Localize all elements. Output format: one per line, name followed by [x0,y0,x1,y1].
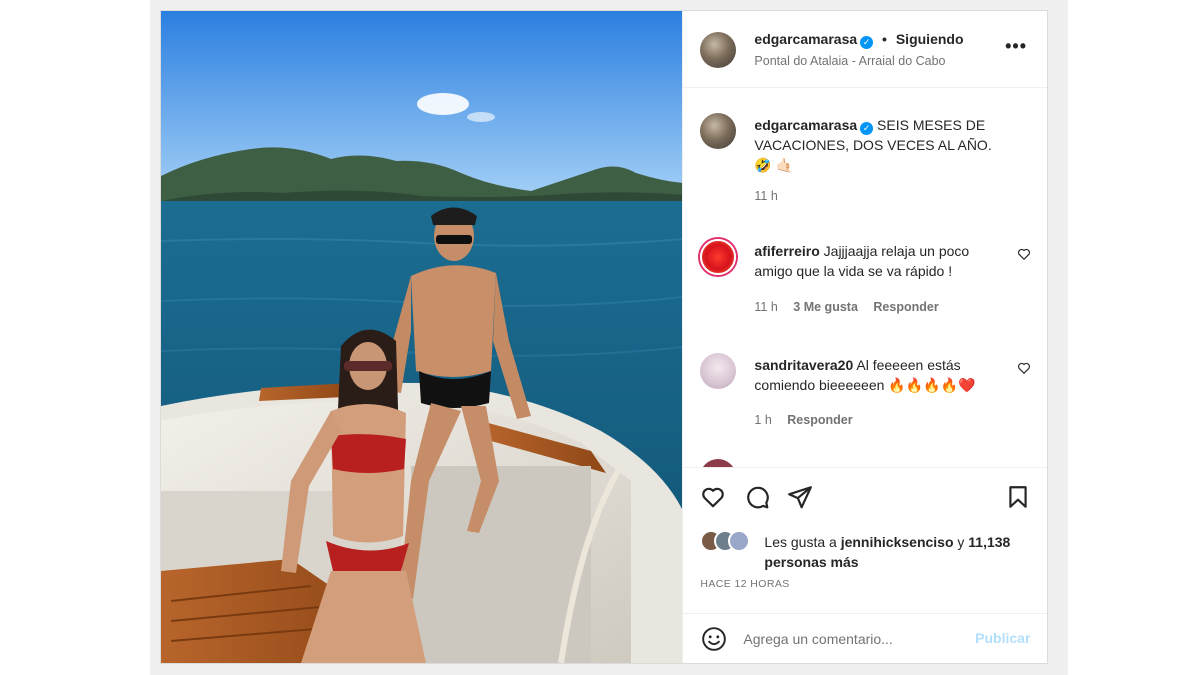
post-photo[interactable] [161,11,683,663]
header-line: edgarcamarasa ✓ • Siguiendo [754,31,964,49]
post-header: edgarcamarasa ✓ • Siguiendo Pontal do Ata… [683,11,1047,88]
post-location[interactable]: Pontal do Atalaia - Arraial do Cabo [754,54,945,68]
header-separator: • [882,31,887,47]
likes-joiner: y [957,534,965,550]
red-bikini-top [331,434,406,473]
emoji-icon[interactable] [701,626,727,652]
following-button[interactable]: Siguiendo [896,31,964,47]
verified-icon: ✓ [860,122,874,135]
photo-illustration [161,11,683,663]
author-username[interactable]: edgarcamarasa [754,31,857,47]
comment-like-icon[interactable] [1017,361,1031,375]
comment-text: afiferreiro Jajjjaajja relaja un poco am… [754,241,1004,281]
author-avatar[interactable] [700,32,737,68]
comment-meta: 1 h Responder [754,413,864,427]
likes-text: Les gusta a jennihicksenciso y 11,138 pe… [764,532,1034,572]
caption-text: edgarcamarasa ✓ SEIS MESES DE VACACIONES,… [754,115,1004,175]
likes-summary: Les gusta a jennihicksenciso y 11,138 pe… [700,530,1040,570]
caption-avatar[interactable] [700,113,737,149]
commenter-avatar[interactable] [700,353,737,389]
caption-time[interactable]: 11 h [754,189,777,203]
comment-author[interactable]: afiferreiro [754,243,819,259]
reply-button[interactable]: Responder [873,300,938,314]
comment-input[interactable] [743,627,964,651]
commenter-avatar[interactable] [700,239,737,275]
caption-author[interactable]: edgarcamarasa [754,117,857,133]
post-time[interactable]: HACE 12 HORAS [700,578,789,590]
comment-icon[interactable] [744,484,770,510]
comment-time[interactable]: 1 h [754,413,771,427]
comment-meta: 11 h 3 Me gusta Responder [754,300,950,314]
post-actions: Les gusta a jennihicksenciso y 11,138 pe… [683,467,1048,613]
comment-time[interactable]: 11 h [754,300,777,314]
more-icon[interactable]: ••• [1005,37,1027,55]
heart-icon[interactable] [700,484,726,510]
caption-meta: 11 h [754,189,789,203]
publish-button[interactable]: Publicar [975,630,1030,646]
add-comment-bar: Publicar [683,613,1048,663]
comment-likes[interactable]: 3 Me gusta [793,300,858,314]
likes-prefix: Les gusta a [764,534,837,550]
post-side-panel: edgarcamarasa ✓ • Siguiendo Pontal do Ata… [682,11,1048,663]
bookmark-icon[interactable] [1005,484,1031,510]
cloud [417,93,469,115]
instagram-post: edgarcamarasa ✓ • Siguiendo Pontal do Ata… [160,10,1048,664]
reply-button[interactable]: Responder [787,413,852,427]
share-icon[interactable] [787,484,813,510]
comment-text: sandritavera20 Al feeeeen estás comiendo… [754,355,1004,395]
verified-icon: ✓ [860,36,874,49]
commenter-avatar[interactable] [700,459,737,467]
comment-like-icon[interactable] [1017,247,1031,261]
liker-avatar[interactable] [728,530,751,552]
comment-author[interactable]: sandritavera20 [754,357,853,373]
liker-username[interactable]: jennihicksenciso [841,534,954,550]
comments-list[interactable]: edgarcamarasa ✓ SEIS MESES DE VACACIONES,… [683,89,1047,467]
